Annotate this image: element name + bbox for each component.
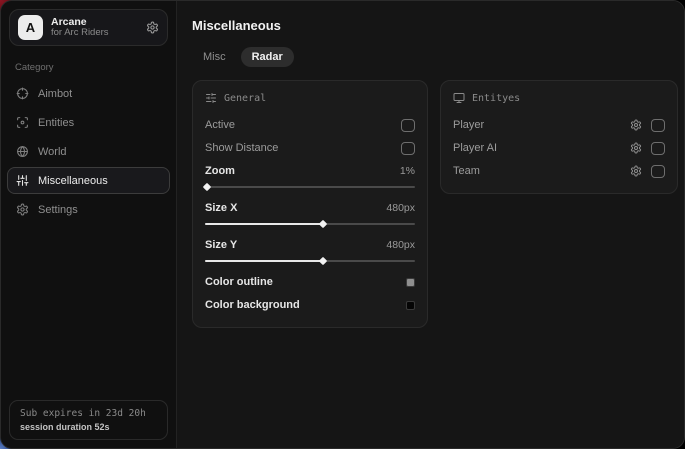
crosshair-icon <box>16 87 29 100</box>
color-outline-swatch[interactable] <box>406 278 415 287</box>
panel-title: Entityes <box>472 93 520 104</box>
app-window: A Arcane for Arc Riders Category Aimbot <box>0 0 685 449</box>
app-logo-card[interactable]: A Arcane for Arc Riders <box>9 9 168 46</box>
sidebar-item-entities[interactable]: Entities <box>7 109 170 136</box>
page-title: Miscellaneous <box>192 18 678 33</box>
player-ai-checkbox[interactable] <box>651 142 665 155</box>
show-distance-checkbox[interactable] <box>401 142 415 155</box>
entity-row-player-ai: Player AI <box>453 137 665 159</box>
color-row-background: Color background <box>205 294 415 316</box>
color-label: Color background <box>205 299 300 311</box>
toggle-label: Show Distance <box>205 142 278 154</box>
entities-panel: Entityes Player Player AI <box>440 80 678 194</box>
sidebar-item-label: Entities <box>38 117 74 129</box>
gear-icon[interactable] <box>630 165 642 177</box>
sidebar-nav: Aimbot Entities World Miscellaneous <box>1 80 176 223</box>
scan-eye-icon <box>16 116 29 129</box>
general-panel: General Active Show Distance Zoom 1% <box>192 80 428 328</box>
size-y-slider[interactable] <box>205 256 415 266</box>
slider-row-zoom: Zoom 1% <box>205 160 415 182</box>
slider-label: Size Y <box>205 239 237 251</box>
sidebar-item-world[interactable]: World <box>7 138 170 165</box>
sliders-horizontal-icon <box>205 92 217 104</box>
slider-value: 480px <box>386 202 415 214</box>
entity-label: Player <box>453 119 484 131</box>
slider-row-size-x: Size X 480px <box>205 197 415 219</box>
slider-thumb[interactable] <box>318 220 326 228</box>
toggle-row-show-distance: Show Distance <box>205 137 415 159</box>
size-x-slider[interactable] <box>205 219 415 229</box>
slider-label: Size X <box>205 202 237 214</box>
gear-icon[interactable] <box>630 142 642 154</box>
color-background-swatch[interactable] <box>406 301 415 310</box>
monitor-icon <box>453 92 465 104</box>
slider-value: 1% <box>400 165 415 177</box>
entity-row-player: Player <box>453 114 665 136</box>
sidebar-item-settings[interactable]: Settings <box>7 196 170 223</box>
slider-value: 480px <box>386 239 415 251</box>
sidebar-item-label: World <box>38 146 67 158</box>
toggle-row-active: Active <box>205 114 415 136</box>
globe-icon <box>16 145 29 158</box>
sub-expires-text: Sub expires in 23d 20h <box>20 408 157 419</box>
tab-bar: Misc Radar <box>192 47 678 67</box>
color-row-outline: Color outline <box>205 271 415 293</box>
tab-misc[interactable]: Misc <box>192 47 237 67</box>
subscription-card: Sub expires in 23d 20h session duration … <box>9 400 168 440</box>
slider-thumb[interactable] <box>203 183 211 191</box>
slider-row-size-y: Size Y 480px <box>205 234 415 256</box>
sidebar-item-label: Settings <box>38 204 78 216</box>
app-logo: A <box>18 15 43 40</box>
sidebar: A Arcane for Arc Riders Category Aimbot <box>1 1 177 448</box>
session-duration-text: session duration 52s <box>20 422 157 432</box>
main-content: Miscellaneous Misc Radar General Active <box>177 1 685 448</box>
team-checkbox[interactable] <box>651 165 665 178</box>
sidebar-item-label: Aimbot <box>38 88 72 100</box>
app-subtitle: for Arc Riders <box>51 28 109 39</box>
gear-icon[interactable] <box>630 119 642 131</box>
slider-label: Zoom <box>205 165 235 177</box>
color-label: Color outline <box>205 276 273 288</box>
sliders-icon <box>16 174 29 187</box>
panel-title: General <box>224 93 266 104</box>
sidebar-item-aimbot[interactable]: Aimbot <box>7 80 170 107</box>
gear-icon <box>16 203 29 216</box>
entity-label: Team <box>453 165 480 177</box>
entity-row-team: Team <box>453 160 665 182</box>
zoom-slider[interactable] <box>205 182 415 192</box>
player-checkbox[interactable] <box>651 119 665 132</box>
category-label: Category <box>15 62 176 73</box>
sidebar-item-miscellaneous[interactable]: Miscellaneous <box>7 167 170 194</box>
gear-icon[interactable] <box>146 21 159 34</box>
toggle-label: Active <box>205 119 235 131</box>
active-checkbox[interactable] <box>401 119 415 132</box>
entity-label: Player AI <box>453 142 497 154</box>
tab-radar[interactable]: Radar <box>241 47 294 67</box>
slider-thumb[interactable] <box>318 257 326 265</box>
sidebar-item-label: Miscellaneous <box>38 175 108 187</box>
